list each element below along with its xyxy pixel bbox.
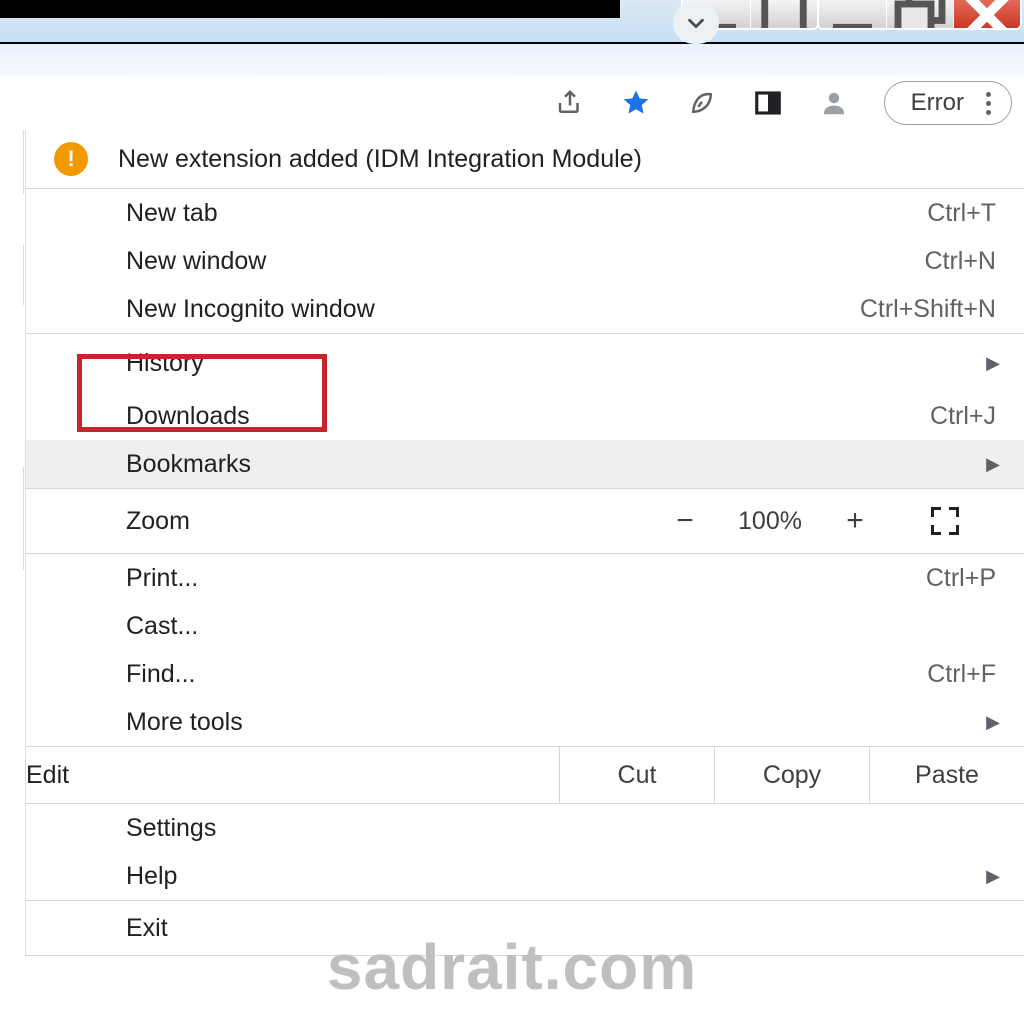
menu-item-cast[interactable]: Cast...: [26, 602, 1024, 650]
menu-notice[interactable]: ! New extension added (IDM Integration M…: [26, 130, 1024, 188]
watermark-text: sadrait.com: [0, 930, 1024, 1004]
zoom-out-button[interactable]: −: [650, 504, 720, 538]
menu-label: Edit: [26, 761, 69, 790]
menu-item-new-incognito[interactable]: New Incognito window Ctrl+Shift+N: [26, 285, 1024, 333]
menu-item-downloads[interactable]: Downloads Ctrl+J: [26, 392, 1024, 440]
edit-paste-button[interactable]: Paste: [869, 747, 1024, 803]
menu-shortcut: Ctrl+N: [924, 247, 1000, 276]
menu-item-history[interactable]: History ▶: [26, 334, 1024, 392]
leaf-icon[interactable]: [686, 87, 718, 119]
menu-item-help[interactable]: Help ▶: [26, 852, 1024, 900]
zoom-value: 100%: [720, 507, 820, 536]
edit-cut-button[interactable]: Cut: [559, 747, 714, 803]
sidepanel-icon[interactable]: [752, 87, 784, 119]
menu-item-bookmarks[interactable]: Bookmarks ▶: [26, 440, 1024, 488]
edit-copy-button[interactable]: Copy: [714, 747, 869, 803]
menu-label: Print...: [126, 564, 926, 593]
fullscreen-icon[interactable]: [931, 507, 959, 535]
kebab-menu-icon: [986, 92, 991, 115]
share-icon[interactable]: [554, 87, 586, 119]
menu-item-print[interactable]: Print... Ctrl+P: [26, 554, 1024, 602]
menu-shortcut: Ctrl+F: [927, 660, 1000, 689]
menu-shortcut: Ctrl+T: [927, 199, 1000, 228]
close-button[interactable]: [953, 0, 1020, 30]
menu-label: Cast...: [126, 612, 1000, 641]
chevron-right-icon: ▶: [986, 712, 1000, 733]
window-titlebar: [0, 0, 1024, 44]
menu-label: Settings: [126, 814, 1000, 843]
menu-label: Help: [126, 862, 986, 891]
menu-item-edit: Edit Cut Copy Paste: [26, 747, 1024, 803]
tab-strip-area: [0, 44, 1024, 78]
chevron-right-icon: ▶: [986, 866, 1000, 887]
menu-shortcut: Ctrl+P: [926, 564, 1000, 593]
menu-shortcut: Ctrl+Shift+N: [860, 295, 1000, 324]
alert-icon: !: [54, 142, 88, 176]
menu-label: New window: [126, 247, 924, 276]
titlebar-dark-region: [0, 0, 620, 18]
left-edge-fragment: [0, 245, 24, 305]
minimize-button-2[interactable]: [819, 0, 886, 30]
menu-label: New tab: [126, 199, 927, 228]
menu-label: New Incognito window: [126, 295, 860, 324]
titlebar-chevron-button[interactable]: [673, 2, 719, 44]
menu-item-zoom: Zoom − 100% +: [26, 489, 1024, 553]
menu-label: Zoom: [126, 507, 650, 536]
error-menu-button[interactable]: Error: [884, 81, 1012, 125]
menu-item-new-tab[interactable]: New tab Ctrl+T: [26, 189, 1024, 237]
chevron-right-icon: ▶: [986, 353, 1000, 374]
menu-label: More tools: [126, 708, 986, 737]
menu-label: Find...: [126, 660, 927, 689]
menu-item-settings[interactable]: Settings: [26, 804, 1024, 852]
zoom-in-button[interactable]: +: [820, 504, 890, 538]
menu-label: History: [126, 349, 986, 378]
error-label: Error: [911, 89, 964, 117]
browser-toolbar: Error: [0, 77, 1024, 129]
notice-text: New extension added (IDM Integration Mod…: [118, 145, 642, 174]
menu-shortcut: Ctrl+J: [930, 402, 1000, 431]
menu-item-more-tools[interactable]: More tools ▶: [26, 698, 1024, 746]
chevron-right-icon: ▶: [986, 454, 1000, 475]
menu-label: Bookmarks: [126, 450, 986, 479]
left-edge-fragment: [0, 467, 24, 570]
chrome-main-menu: ! New extension added (IDM Integration M…: [25, 130, 1024, 956]
menu-item-find[interactable]: Find... Ctrl+F: [26, 650, 1024, 698]
star-icon[interactable]: [620, 87, 652, 119]
left-edge-fragment: [0, 130, 24, 194]
maximize-button[interactable]: [750, 0, 817, 30]
menu-label: Downloads: [126, 402, 930, 431]
restore-button[interactable]: [886, 0, 953, 30]
profile-icon[interactable]: [818, 87, 850, 119]
menu-item-new-window[interactable]: New window Ctrl+N: [26, 237, 1024, 285]
